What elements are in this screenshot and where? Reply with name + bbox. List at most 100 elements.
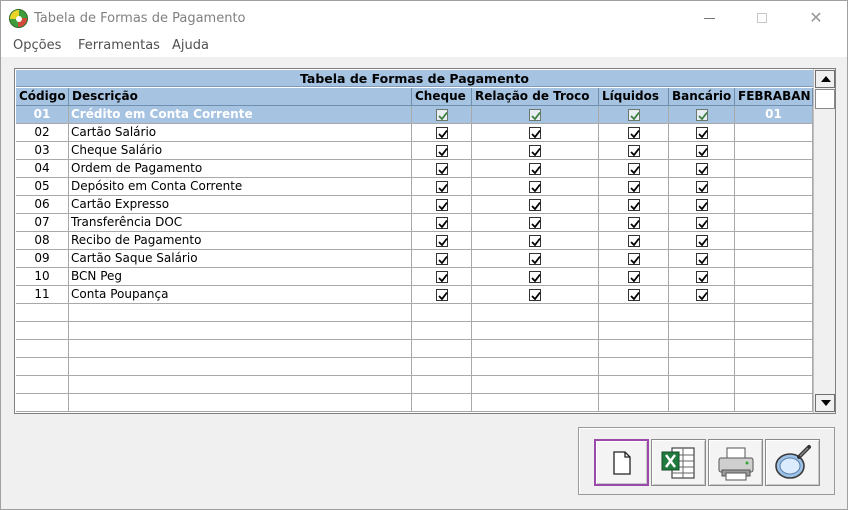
checkbox-bancario[interactable] (696, 109, 708, 121)
export-excel-button[interactable] (651, 439, 706, 486)
checkbox-relacao-troco[interactable] (529, 163, 541, 175)
cell-descricao[interactable]: BCN Peg (69, 268, 412, 286)
checkbox-bancario[interactable] (696, 199, 708, 211)
cell-liquidos[interactable] (599, 178, 669, 196)
cell-liquidos[interactable] (599, 106, 669, 124)
cell-febraban[interactable] (735, 124, 813, 142)
table-row[interactable]: 06 Cartão Expresso (16, 196, 813, 214)
scroll-up-button[interactable] (815, 70, 835, 88)
cell-cheque[interactable] (412, 124, 472, 142)
cell-liquidos[interactable] (599, 160, 669, 178)
checkbox-cheque[interactable] (436, 109, 448, 121)
cell-troco[interactable] (472, 124, 599, 142)
empty-cell[interactable] (599, 304, 669, 322)
cell-descricao[interactable]: Cartão Expresso (69, 196, 412, 214)
close-button[interactable]: ✕ (793, 1, 839, 35)
cell-cheque[interactable] (412, 196, 472, 214)
column-header-liquidos[interactable]: Líquidos (599, 88, 669, 106)
cell-bancario[interactable] (669, 124, 735, 142)
empty-cell[interactable] (16, 358, 69, 376)
new-document-button[interactable] (594, 439, 649, 486)
checkbox-relacao-troco[interactable] (529, 217, 541, 229)
cell-bancario[interactable] (669, 106, 735, 124)
cell-febraban[interactable] (735, 232, 813, 250)
payment-forms-grid[interactable]: Tabela de Formas de Pagamento Código Des… (14, 68, 836, 414)
table-row[interactable]: 03 Cheque Salário (16, 142, 813, 160)
table-row[interactable]: 10 BCN Peg (16, 268, 813, 286)
cell-troco[interactable] (472, 196, 599, 214)
cell-descricao[interactable]: Conta Poupança (69, 286, 412, 304)
checkbox-cheque[interactable] (436, 253, 448, 265)
cell-codigo[interactable]: 05 (16, 178, 69, 196)
vertical-scrollbar[interactable] (813, 69, 835, 413)
checkbox-bancario[interactable] (696, 127, 708, 139)
cell-bancario[interactable] (669, 250, 735, 268)
cell-codigo[interactable]: 08 (16, 232, 69, 250)
cell-descricao[interactable]: Crédito em Conta Corrente (69, 106, 412, 124)
column-header-descricao[interactable]: Descrição (69, 88, 412, 106)
empty-cell[interactable] (69, 322, 412, 340)
checkbox-cheque[interactable] (436, 163, 448, 175)
empty-cell[interactable] (412, 394, 472, 412)
menu-opcoes[interactable]: Opções (13, 38, 61, 53)
checkbox-liquidos[interactable] (628, 271, 640, 283)
checkbox-liquidos[interactable] (628, 289, 640, 301)
cell-codigo[interactable]: 02 (16, 124, 69, 142)
table-row[interactable]: 09 Cartão Saque Salário (16, 250, 813, 268)
cell-descricao[interactable]: Cheque Salário (69, 142, 412, 160)
checkbox-cheque[interactable] (436, 145, 448, 157)
cell-bancario[interactable] (669, 196, 735, 214)
checkbox-cheque[interactable] (436, 181, 448, 193)
checkbox-cheque[interactable] (436, 127, 448, 139)
checkbox-relacao-troco[interactable] (529, 271, 541, 283)
cell-cheque[interactable] (412, 178, 472, 196)
checkbox-bancario[interactable] (696, 289, 708, 301)
cell-descricao[interactable]: Transferência DOC (69, 214, 412, 232)
checkbox-liquidos[interactable] (628, 181, 640, 193)
column-header-bancario[interactable]: Bancário (669, 88, 735, 106)
empty-table-row[interactable] (16, 394, 813, 412)
empty-cell[interactable] (669, 394, 735, 412)
cell-bancario[interactable] (669, 178, 735, 196)
checkbox-liquidos[interactable] (628, 163, 640, 175)
empty-cell[interactable] (16, 322, 69, 340)
empty-table-row[interactable] (16, 340, 813, 358)
cell-cheque[interactable] (412, 142, 472, 160)
cell-troco[interactable] (472, 268, 599, 286)
cell-codigo[interactable]: 01 (16, 106, 69, 124)
checkbox-liquidos[interactable] (628, 109, 640, 121)
cell-troco[interactable] (472, 232, 599, 250)
cell-troco[interactable] (472, 160, 599, 178)
empty-table-row[interactable] (16, 376, 813, 394)
column-header-codigo[interactable]: Código (16, 88, 69, 106)
cell-cheque[interactable] (412, 214, 472, 232)
cell-codigo[interactable]: 07 (16, 214, 69, 232)
checkbox-liquidos[interactable] (628, 217, 640, 229)
empty-table-row[interactable] (16, 358, 813, 376)
cell-troco[interactable] (472, 250, 599, 268)
checkbox-cheque[interactable] (436, 199, 448, 211)
empty-cell[interactable] (599, 340, 669, 358)
cell-bancario[interactable] (669, 214, 735, 232)
checkbox-cheque[interactable] (436, 271, 448, 283)
cell-liquidos[interactable] (599, 142, 669, 160)
cell-codigo[interactable]: 06 (16, 196, 69, 214)
cell-liquidos[interactable] (599, 124, 669, 142)
cell-cheque[interactable] (412, 160, 472, 178)
checkbox-bancario[interactable] (696, 145, 708, 157)
cell-cheque[interactable] (412, 250, 472, 268)
table-row[interactable]: 04 Ordem de Pagamento (16, 160, 813, 178)
scroll-thumb[interactable] (815, 89, 835, 109)
cell-cheque[interactable] (412, 106, 472, 124)
checkbox-cheque[interactable] (436, 217, 448, 229)
cell-febraban[interactable] (735, 160, 813, 178)
cell-febraban[interactable] (735, 286, 813, 304)
cell-troco[interactable] (472, 142, 599, 160)
empty-cell[interactable] (599, 358, 669, 376)
empty-cell[interactable] (669, 376, 735, 394)
empty-cell[interactable] (472, 340, 599, 358)
cell-cheque[interactable] (412, 232, 472, 250)
cell-troco[interactable] (472, 286, 599, 304)
cell-liquidos[interactable] (599, 214, 669, 232)
column-header-cheque[interactable]: Cheque (412, 88, 472, 106)
